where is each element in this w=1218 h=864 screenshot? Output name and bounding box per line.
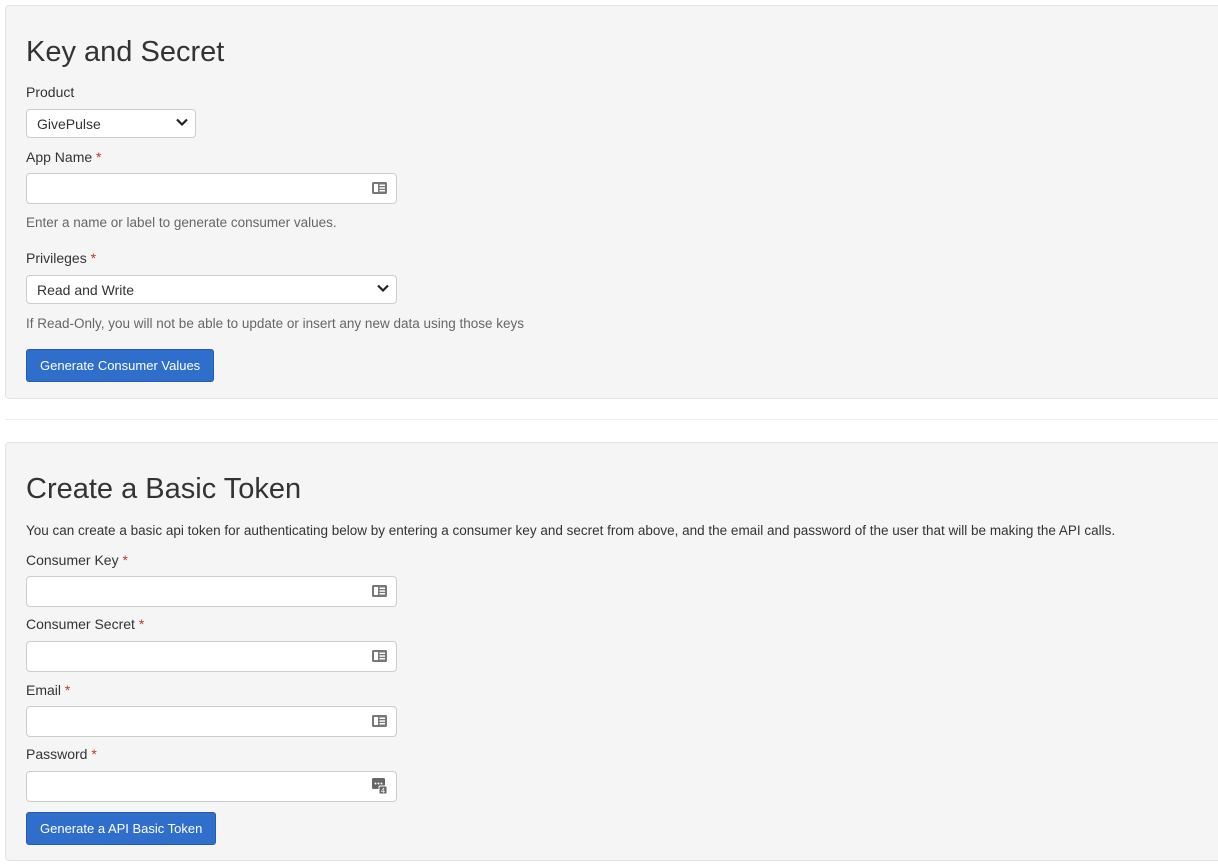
consumer-secret-input[interactable] <box>26 641 397 672</box>
basic-token-panel: Create a Basic Token You can create a ba… <box>5 442 1218 861</box>
password-input[interactable]: 4 <box>26 771 397 802</box>
password-label: Password * <box>26 746 97 762</box>
consumer-key-label: Consumer Key * <box>26 552 128 568</box>
product-value: GivePulse <box>37 116 101 132</box>
product-label: Product <box>26 84 75 100</box>
privileges-value: Read and Write <box>37 282 135 298</box>
generate-consumer-values-button[interactable]: Generate Consumer Values <box>26 349 215 382</box>
email-label: Email * <box>26 682 71 698</box>
email-input[interactable] <box>26 706 397 737</box>
generate-basic-token-button[interactable]: Generate a API Basic Token <box>26 812 217 845</box>
chevron-down-icon <box>377 284 389 293</box>
contact-card-icon <box>372 715 387 727</box>
section-title: Create a Basic Token <box>26 473 302 505</box>
privileges-label: Privileges * <box>26 250 97 266</box>
password-key-icon: 4 <box>372 778 387 794</box>
section-title: Key and Secret <box>26 36 225 68</box>
contact-card-icon <box>372 585 387 597</box>
app-name-label: App Name * <box>26 149 102 165</box>
chevron-down-icon <box>176 118 188 127</box>
privileges-help: If Read-Only, you will not be able to up… <box>26 316 525 331</box>
contact-card-icon <box>372 650 387 662</box>
key-and-secret-panel: Key and Secret Product GivePulse App Nam… <box>5 5 1218 399</box>
divider <box>5 419 1218 420</box>
consumer-key-input[interactable] <box>26 576 397 607</box>
contact-card-icon <box>372 182 387 194</box>
product-select[interactable]: GivePulse <box>26 109 196 138</box>
section-description: You can create a basic api token for aut… <box>26 523 1116 538</box>
privileges-select[interactable]: Read and Write <box>26 275 397 304</box>
app-name-help: Enter a name or label to generate consum… <box>26 215 337 230</box>
svg-text:4: 4 <box>381 787 386 794</box>
app-name-input[interactable] <box>26 173 397 204</box>
consumer-secret-label: Consumer Secret * <box>26 616 145 632</box>
